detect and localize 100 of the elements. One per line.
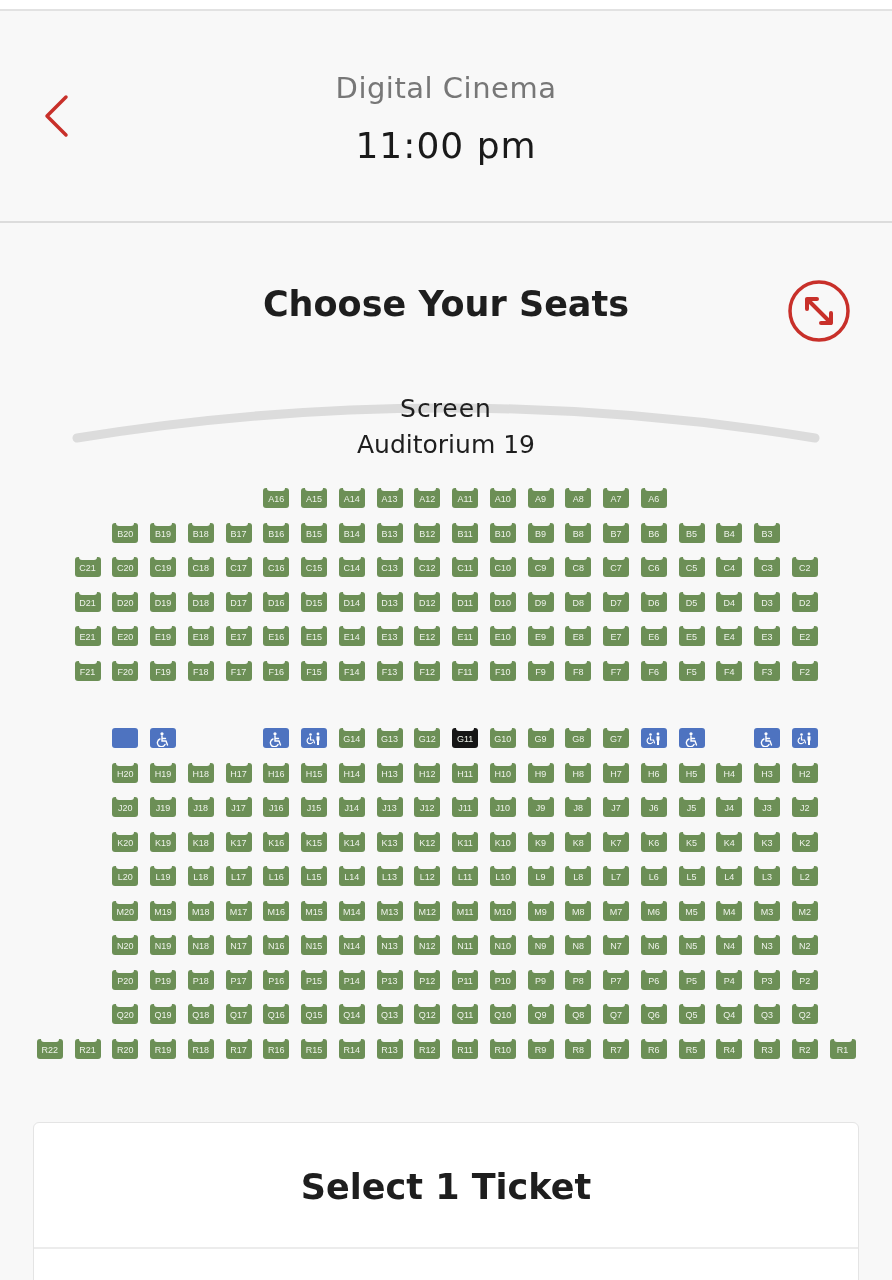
seat[interactable]: A15 bbox=[301, 488, 328, 509]
seat[interactable]: R20 bbox=[112, 1038, 139, 1059]
seat[interactable]: C10 bbox=[489, 557, 516, 578]
seat[interactable]: J14 bbox=[338, 797, 365, 818]
seat[interactable]: C13 bbox=[376, 557, 403, 578]
seat[interactable]: P20 bbox=[112, 969, 139, 990]
seat[interactable]: G9 bbox=[527, 728, 554, 749]
wheelchair-seat[interactable] bbox=[263, 728, 290, 749]
seat[interactable]: K12 bbox=[414, 831, 441, 852]
seat[interactable]: H14 bbox=[338, 762, 365, 783]
seat[interactable]: B5 bbox=[678, 522, 705, 543]
seat[interactable]: H6 bbox=[640, 762, 667, 783]
seat[interactable]: J5 bbox=[678, 797, 705, 818]
seat[interactable]: N5 bbox=[678, 935, 705, 956]
seat[interactable]: H12 bbox=[414, 762, 441, 783]
seat[interactable]: A11 bbox=[452, 488, 479, 509]
seat[interactable]: H15 bbox=[301, 762, 328, 783]
seat[interactable]: D5 bbox=[678, 591, 705, 612]
seat[interactable]: L17 bbox=[225, 866, 252, 887]
seat[interactable]: C11 bbox=[452, 557, 479, 578]
seat[interactable]: D4 bbox=[716, 591, 743, 612]
seat[interactable]: E9 bbox=[527, 626, 554, 647]
seat[interactable]: H18 bbox=[187, 762, 214, 783]
companion-seat[interactable] bbox=[301, 728, 328, 749]
seat[interactable]: N18 bbox=[187, 935, 214, 956]
seat[interactable]: E13 bbox=[376, 626, 403, 647]
seat[interactable]: C15 bbox=[301, 557, 328, 578]
seat[interactable]: M14 bbox=[338, 900, 365, 921]
seat[interactable]: J10 bbox=[489, 797, 516, 818]
seat[interactable]: P5 bbox=[678, 969, 705, 990]
seat[interactable]: E6 bbox=[640, 626, 667, 647]
seat[interactable]: G12 bbox=[414, 728, 441, 749]
seat[interactable]: A12 bbox=[414, 488, 441, 509]
seat[interactable]: Q4 bbox=[716, 1004, 743, 1025]
seat[interactable]: D7 bbox=[603, 591, 630, 612]
seat[interactable]: N15 bbox=[301, 935, 328, 956]
seat[interactable]: C17 bbox=[225, 557, 252, 578]
seat[interactable]: J7 bbox=[603, 797, 630, 818]
seat[interactable]: K4 bbox=[716, 831, 743, 852]
seat[interactable]: J6 bbox=[640, 797, 667, 818]
seat[interactable]: Q9 bbox=[527, 1004, 554, 1025]
seat[interactable]: Q12 bbox=[414, 1004, 441, 1025]
seat[interactable]: N8 bbox=[565, 935, 592, 956]
seat[interactable]: K5 bbox=[678, 831, 705, 852]
seat[interactable]: E5 bbox=[678, 626, 705, 647]
seat[interactable]: R19 bbox=[150, 1038, 177, 1059]
seat[interactable]: P13 bbox=[376, 969, 403, 990]
seat[interactable]: L13 bbox=[376, 866, 403, 887]
seat[interactable]: J18 bbox=[187, 797, 214, 818]
seat[interactable]: F6 bbox=[640, 660, 667, 681]
seat[interactable]: B6 bbox=[640, 522, 667, 543]
back-button[interactable] bbox=[42, 94, 70, 138]
seat[interactable]: P12 bbox=[414, 969, 441, 990]
seat[interactable]: H10 bbox=[489, 762, 516, 783]
seat[interactable]: B10 bbox=[489, 522, 516, 543]
seat[interactable]: N4 bbox=[716, 935, 743, 956]
seat[interactable]: P11 bbox=[452, 969, 479, 990]
seat[interactable]: L7 bbox=[603, 866, 630, 887]
seat[interactable]: D15 bbox=[301, 591, 328, 612]
seat[interactable]: K20 bbox=[112, 831, 139, 852]
seat[interactable]: N20 bbox=[112, 935, 139, 956]
seat[interactable]: A8 bbox=[565, 488, 592, 509]
seat[interactable]: P16 bbox=[263, 969, 290, 990]
seat[interactable]: B20 bbox=[112, 522, 139, 543]
seat[interactable]: C6 bbox=[640, 557, 667, 578]
seat[interactable]: B12 bbox=[414, 522, 441, 543]
seat[interactable]: N6 bbox=[640, 935, 667, 956]
seat[interactable]: Q5 bbox=[678, 1004, 705, 1025]
seat[interactable]: A14 bbox=[338, 488, 365, 509]
seat[interactable]: C3 bbox=[754, 557, 781, 578]
seat[interactable]: Q15 bbox=[301, 1004, 328, 1025]
seat[interactable]: R15 bbox=[301, 1038, 328, 1059]
seat[interactable]: B14 bbox=[338, 522, 365, 543]
seat[interactable]: E4 bbox=[716, 626, 743, 647]
seat[interactable]: E15 bbox=[301, 626, 328, 647]
seat[interactable]: R17 bbox=[225, 1038, 252, 1059]
seat[interactable]: C2 bbox=[791, 557, 818, 578]
seat[interactable]: M6 bbox=[640, 900, 667, 921]
seat[interactable]: F14 bbox=[338, 660, 365, 681]
seat[interactable]: C19 bbox=[150, 557, 177, 578]
seat[interactable]: Q13 bbox=[376, 1004, 403, 1025]
seat[interactable]: C21 bbox=[74, 557, 101, 578]
seat[interactable]: C16 bbox=[263, 557, 290, 578]
seat[interactable]: D18 bbox=[187, 591, 214, 612]
seat[interactable]: F11 bbox=[452, 660, 479, 681]
seat[interactable]: J9 bbox=[527, 797, 554, 818]
seat[interactable]: H4 bbox=[716, 762, 743, 783]
seat[interactable]: F2 bbox=[791, 660, 818, 681]
seat[interactable]: J17 bbox=[225, 797, 252, 818]
seat[interactable]: M3 bbox=[754, 900, 781, 921]
seat[interactable]: Q3 bbox=[754, 1004, 781, 1025]
seat[interactable]: L4 bbox=[716, 866, 743, 887]
seat[interactable]: N16 bbox=[263, 935, 290, 956]
seat[interactable]: H7 bbox=[603, 762, 630, 783]
seat[interactable]: R12 bbox=[414, 1038, 441, 1059]
seat[interactable]: F9 bbox=[527, 660, 554, 681]
seat[interactable]: R7 bbox=[603, 1038, 630, 1059]
wheelchair-seat[interactable] bbox=[754, 728, 781, 749]
seat[interactable]: R8 bbox=[565, 1038, 592, 1059]
seat[interactable]: D21 bbox=[74, 591, 101, 612]
